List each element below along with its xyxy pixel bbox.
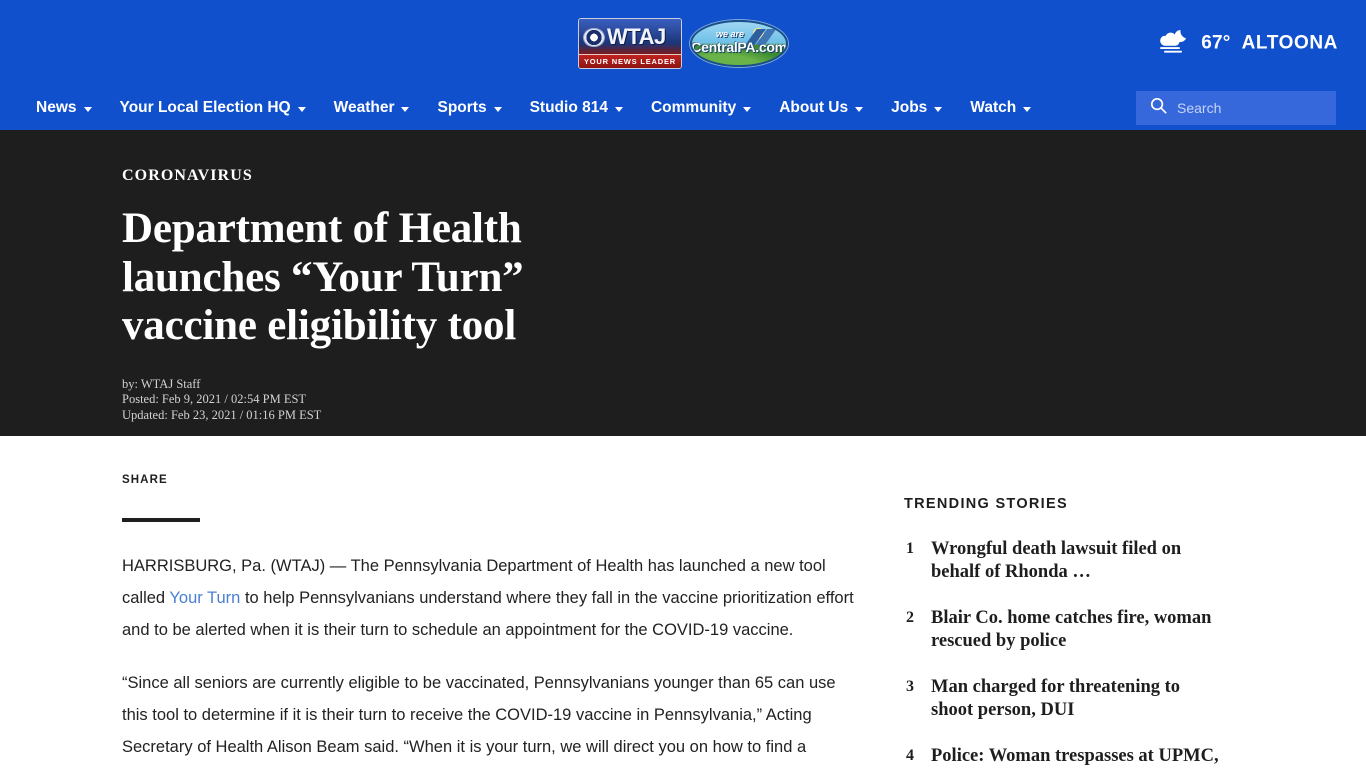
nav-item-news[interactable]: News [36,99,92,117]
cbs-eye-icon [583,27,605,47]
nav-item-your-local-election-hq[interactable]: Your Local Election HQ [120,99,306,117]
nav-item-list: News Your Local Election HQ Weather Spor… [0,86,1136,130]
nav-item-label: Jobs [891,99,928,116]
logo-group: WTAJ YOUR NEWS LEADER we are CentralPA.c… [578,17,788,69]
trending-headline[interactable]: Man charged for threatening to shoot per… [931,676,1219,721]
chevron-down-icon [297,106,306,112]
divider [122,518,200,522]
share-label: SHARE [122,474,168,486]
nav-item-label: Community [650,99,737,116]
article-category-kicker[interactable]: CORONAVIRUS [122,167,1366,185]
nav-item-label: Your Local Election HQ [119,99,291,116]
article-meta: by: WTAJ Staff Posted: Feb 9, 2021 / 02:… [122,377,1366,424]
trending-rank: 3 [906,678,914,696]
chevron-down-icon [401,106,410,112]
nav-item-label: News [36,99,77,116]
weather-city: ALTOONA [1241,32,1338,53]
trending-story-item[interactable]: 1 Wrongful death lawsuit filed on behalf… [904,538,1222,583]
nav-item-sports[interactable]: Sports [437,99,502,117]
trending-rank: 2 [906,609,914,627]
trending-stories-title: TRENDING STORIES [904,496,1068,512]
search-input[interactable] [1177,100,1322,116]
nav-item-about-us[interactable]: About Us [779,99,864,117]
article-paragraph-1: HARRISBURG, Pa. (WTAJ) — The Pennsylvani… [122,550,858,647]
trending-rank: 1 [906,540,914,557]
article-paragraph-2: “Since all seniors are currently eligibl… [122,673,836,756]
main-navigation: News Your Local Election HQ Weather Spor… [0,86,1366,130]
article-body: SHARE HARRISBURG, Pa. (WTAJ) — The Penns… [122,436,862,768]
article-byline: by: WTAJ Staff [122,376,201,391]
nav-item-studio-814[interactable]: Studio 814 [530,99,623,117]
wtaj-logo-tagline: YOUR NEWS LEADER [584,56,676,66]
nav-item-label: Sports [437,99,487,116]
trending-headline[interactable]: Blair Co. home catches fire, woman rescu… [931,607,1219,652]
nav-item-label: Watch [970,99,1017,116]
trending-rank: 4 [906,747,914,765]
nav-item-label: Studio 814 [529,99,608,116]
trending-story-item[interactable]: 3 Man charged for threatening to shoot p… [904,676,1222,721]
chevron-down-icon [743,106,752,112]
trending-stories-sidebar: TRENDING STORIES 1 Wrongful death lawsui… [862,436,1222,768]
centralpa-logo-line2: CentralPA.com [691,39,787,55]
wtaj-logo-tagline-bar: YOUR NEWS LEADER [579,53,681,68]
trending-story-item[interactable]: 4 Police: Woman trespasses at UPMC, inju… [904,745,1222,768]
wtaj-logo[interactable]: WTAJ YOUR NEWS LEADER [578,17,682,69]
trending-headline[interactable]: Police: Woman trespasses at UPMC, injure… [931,745,1219,768]
weather-widget[interactable]: 67° ALTOONA [1156,28,1338,59]
nav-item-label: About Us [779,99,849,116]
chevron-down-icon [493,106,502,112]
nav-item-watch[interactable]: Watch [970,99,1032,117]
centralpa-logo-text: we are CentralPA.com [691,29,787,56]
wtaj-logo-wordmark: WTAJ [607,24,666,49]
site-header: WTAJ YOUR NEWS LEADER we are CentralPA.c… [0,0,1366,86]
trending-headline[interactable]: Wrongful death lawsuit filed on behalf o… [931,538,1219,583]
trending-story-item[interactable]: 2 Blair Co. home catches fire, woman res… [904,607,1222,652]
night-fog-icon [1156,28,1190,59]
page-content: SHARE HARRISBURG, Pa. (WTAJ) — The Penns… [0,436,1366,768]
nav-item-community[interactable]: Community [650,99,752,117]
chevron-down-icon [934,106,943,112]
weather-temperature: 67° [1201,32,1231,53]
article-posted-date: Posted: Feb 9, 2021 / 02:54 PM EST [122,392,307,407]
article-updated-date: Updated: Feb 23, 2021 / 01:16 PM EST [122,407,322,422]
centralpa-logo-line1: we are [715,29,745,39]
search-container[interactable] [1136,91,1336,125]
nav-item-weather[interactable]: Weather [334,99,410,117]
nav-item-label: Weather [333,99,395,116]
search-icon [1150,97,1167,119]
nav-item-jobs[interactable]: Jobs [891,99,943,117]
chevron-down-icon [1023,106,1032,112]
chevron-down-icon [83,106,92,112]
article-hero: CORONAVIRUS Department of Health launche… [0,130,1366,436]
page-title: Department of Health launches “Your Turn… [122,205,524,350]
chevron-down-icon [614,106,623,112]
chevron-down-icon [855,106,864,112]
your-turn-link[interactable]: Your Turn [169,589,240,607]
wtaj-logo-top: WTAJ [579,18,681,54]
centralpa-logo[interactable]: we are CentralPA.com [690,19,788,67]
